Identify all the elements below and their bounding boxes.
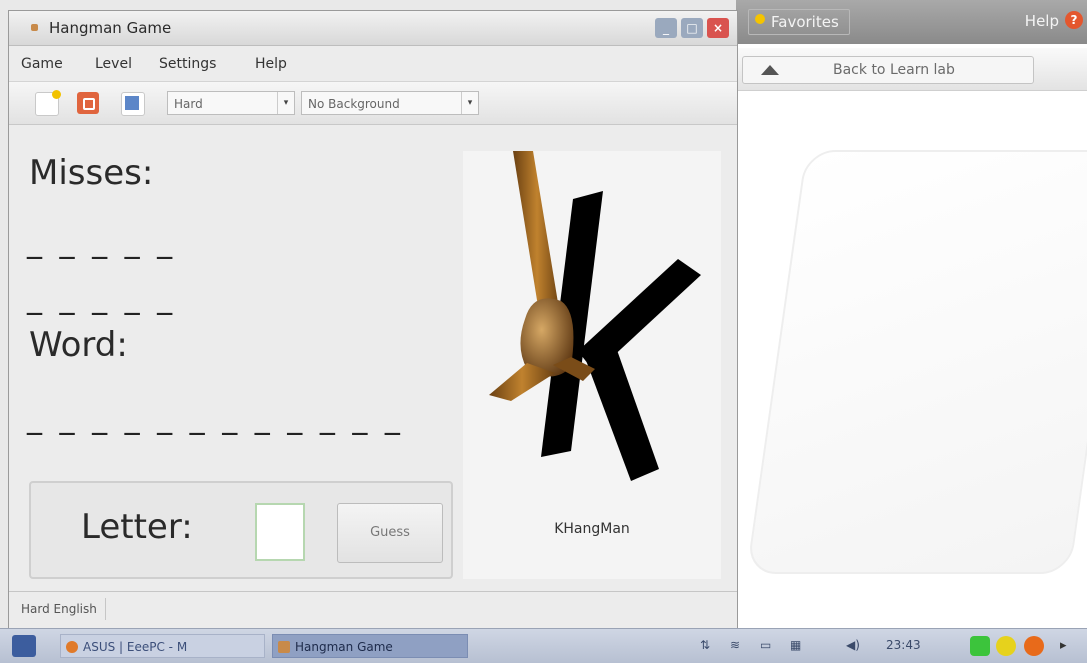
keyboard-icon[interactable]: ▦ (790, 638, 801, 652)
guess-button[interactable]: Guess (337, 503, 443, 563)
hangman-window: Hangman Game _ □ × Game Level Settings H… (8, 10, 738, 630)
taskbar: ASUS | EeePC - M Hangman Game ⇅ ≋ ▭ ▦ ◀)… (0, 628, 1087, 663)
menu-help[interactable]: Help (255, 56, 287, 72)
app-icon (31, 24, 38, 31)
app-icon (278, 641, 290, 653)
close-button[interactable]: × (707, 18, 729, 38)
image-caption: KHangMan (554, 521, 630, 537)
minimize-button[interactable]: _ (655, 18, 677, 38)
letter-input[interactable] (255, 503, 305, 561)
background-select[interactable]: No Background ▾ (301, 91, 479, 115)
browser-icon (66, 641, 78, 653)
level-select[interactable]: Hard ▾ (167, 91, 295, 115)
settings-icon[interactable] (121, 92, 145, 116)
star-icon (755, 14, 765, 24)
asus-logo (902, 528, 1042, 564)
khangman-logo-image (489, 151, 701, 481)
misses-slots-row1: _ _ _ _ _ (27, 225, 177, 260)
quit-icon[interactable] (77, 92, 99, 114)
back-to-learn-lab-button[interactable]: Back to Learn lab (742, 56, 1034, 84)
status-text: Hard English (13, 598, 106, 620)
background-select-value: No Background (308, 97, 400, 111)
maximize-button[interactable]: □ (681, 18, 703, 38)
toolbar: Hard ▾ No Background ▾ (9, 81, 737, 125)
help-icon[interactable]: ? (1065, 11, 1083, 29)
wifi-icon[interactable]: ≋ (730, 638, 740, 652)
menu-level[interactable]: Level (95, 56, 132, 72)
back-bar: Back to Learn lab (736, 48, 1087, 91)
launcher-background: Favorites Help ? Back to Learn lab (736, 0, 1087, 628)
status-green-icon[interactable] (970, 636, 990, 656)
favorites-button[interactable]: Favorites (748, 9, 850, 35)
favorites-label: Favorites (771, 13, 839, 31)
status-yellow-icon[interactable] (996, 636, 1016, 656)
up-arrow-icon (761, 65, 779, 75)
letter-label: Letter: (81, 507, 193, 547)
taskbar-item-asus[interactable]: ASUS | EeePC - M (60, 634, 265, 658)
menu-game[interactable]: Game (21, 56, 63, 72)
word-label: Word: (29, 325, 128, 365)
hangman-image-pane: KHangMan (463, 151, 721, 579)
level-select-value: Hard (174, 97, 203, 111)
letter-group: Letter: Guess (29, 481, 453, 579)
chevron-down-icon: ▾ (461, 92, 478, 114)
power-icon[interactable] (1024, 636, 1044, 656)
launcher-topbar: Favorites Help ? (736, 0, 1087, 44)
new-game-icon[interactable] (35, 90, 61, 116)
menu-settings[interactable]: Settings (159, 56, 216, 72)
taskbar-item-label: ASUS | EeePC - M (83, 640, 188, 654)
back-button-label: Back to Learn lab (833, 62, 955, 78)
chevron-down-icon: ▾ (277, 92, 294, 114)
decorative-card (746, 150, 1087, 574)
word-slots: _ _ _ _ _ _ _ _ _ _ _ _ (27, 401, 404, 436)
title-bar[interactable]: Hangman Game _ □ × (9, 11, 737, 46)
status-bar: Hard English (9, 591, 737, 628)
window-title: Hangman Game (49, 19, 172, 37)
misses-slots-row2: _ _ _ _ _ (27, 281, 177, 316)
menu-bar: Game Level Settings Help (9, 47, 737, 79)
clock[interactable]: 23:43 (886, 638, 921, 652)
chevron-right-icon[interactable]: ▸ (1060, 638, 1067, 653)
misses-label: Misses: (29, 153, 154, 193)
battery-icon[interactable]: ▭ (760, 638, 771, 652)
volume-icon[interactable]: ◀) (846, 638, 860, 652)
taskbar-item-hangman[interactable]: Hangman Game (272, 634, 468, 658)
network-icon[interactable]: ⇅ (700, 638, 710, 652)
help-link[interactable]: Help (1025, 12, 1059, 30)
taskbar-item-label: Hangman Game (295, 640, 393, 654)
start-menu-icon[interactable] (12, 635, 36, 657)
